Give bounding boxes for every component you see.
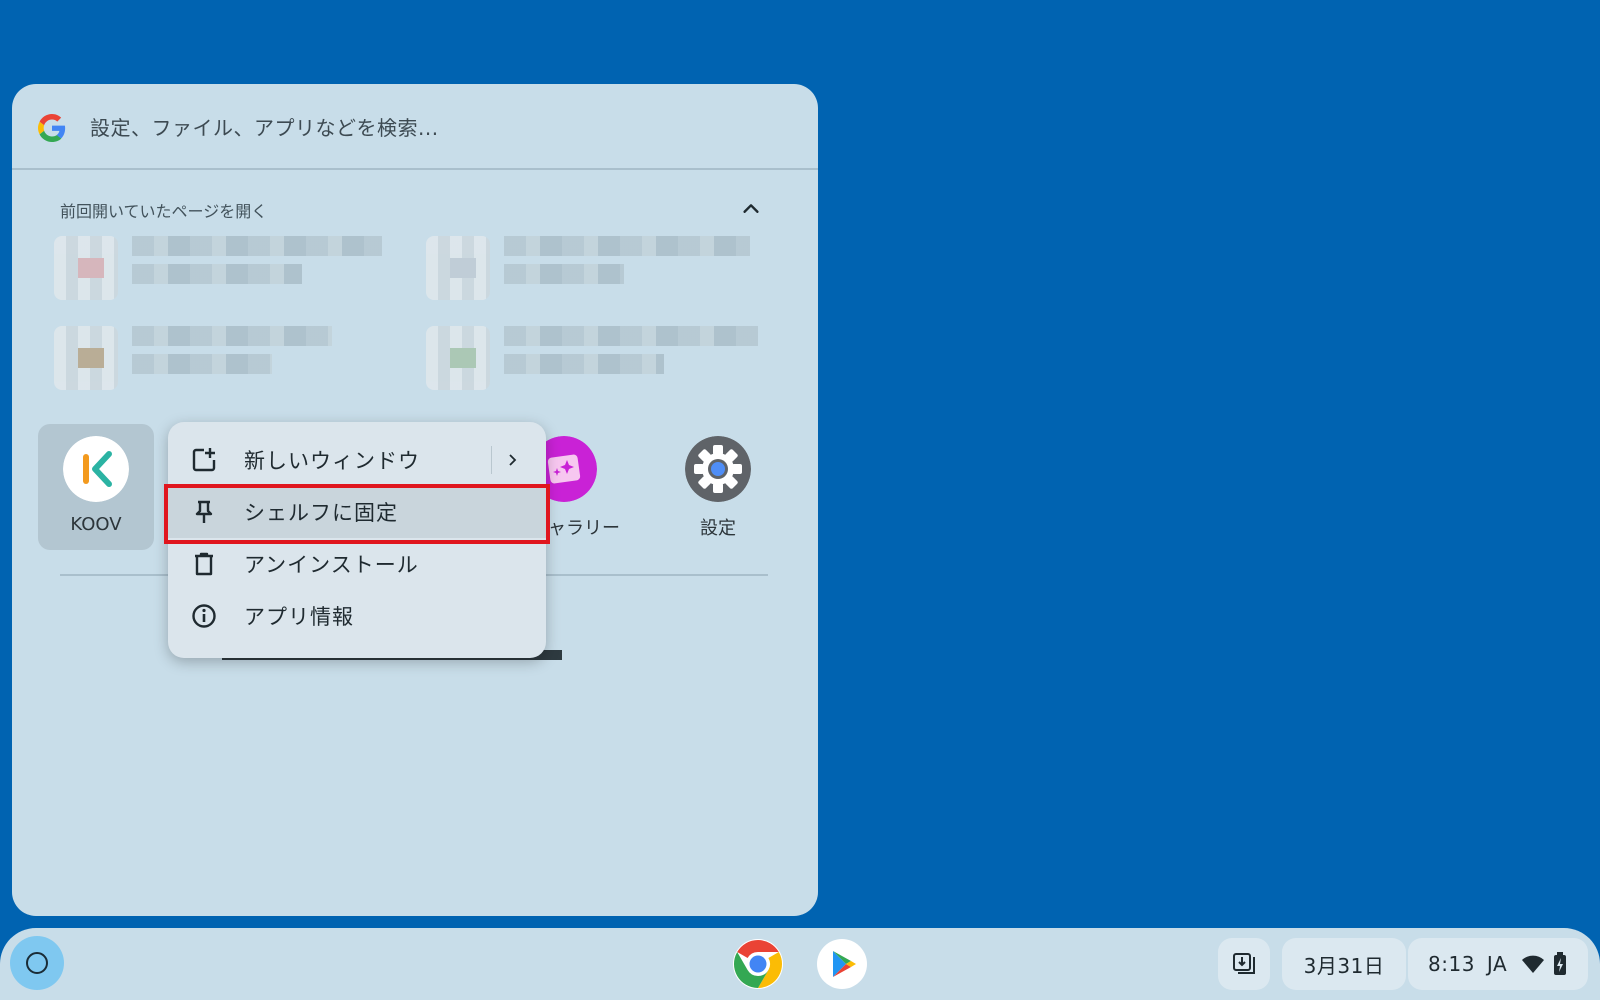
menu-label-new-window: 新しいウィンドウ [244, 449, 420, 473]
recent-item[interactable] [426, 326, 766, 390]
recent-item[interactable] [54, 326, 394, 390]
blurred-page-icon [54, 326, 118, 390]
chevron-up-icon[interactable] [740, 198, 762, 220]
play-store-icon[interactable] [816, 938, 868, 990]
search-input[interactable]: 設定、ファイル、アプリなどを検索... [90, 112, 439, 141]
recent-item[interactable] [426, 236, 766, 300]
continue-section-title: 前回開いていたページを開く [60, 202, 268, 221]
ime-indicator: JA [1486, 952, 1508, 976]
launcher-search-box[interactable]: 設定、ファイル、アプリなどを検索... [12, 84, 818, 170]
blurred-page-icon [426, 326, 490, 390]
date-tray[interactable]: 3月31日 [1282, 938, 1406, 990]
launcher-circle-icon [26, 952, 48, 974]
app-label-koov: KOOV [70, 514, 122, 535]
wifi-icon [1522, 955, 1545, 973]
app-tile-koov[interactable]: KOOV [38, 424, 154, 550]
menu-label-uninstall: アンインストール [244, 553, 419, 577]
app-label-settings: 設定 [700, 518, 736, 539]
info-icon [192, 604, 216, 628]
submenu-divider [491, 446, 492, 474]
recent-item[interactable] [54, 236, 394, 300]
menu-item-uninstall[interactable]: アンインストール [168, 538, 546, 590]
app-context-menu: 新しいウィンドウ シェルフに固定 アンインストール アプリ情報 [168, 422, 546, 658]
app-tile-settings[interactable]: 設定 [660, 424, 776, 550]
new-window-icon [192, 448, 216, 472]
blurred-page-icon [54, 236, 118, 300]
trash-icon [195, 552, 213, 576]
chevron-right-icon[interactable] [504, 452, 520, 468]
google-logo-icon [38, 114, 66, 142]
pin-icon [195, 500, 213, 523]
blurred-page-icon [426, 236, 490, 300]
date-text: 3月31日 [1303, 953, 1385, 978]
menu-label-app-info: アプリ情報 [244, 605, 354, 629]
holding-space-button[interactable] [1218, 938, 1270, 990]
status-tray[interactable]: 8:13 JA [1408, 938, 1588, 990]
download-tray-icon [1233, 953, 1255, 974]
menu-item-app-info[interactable]: アプリ情報 [168, 590, 546, 642]
menu-item-new-window[interactable]: 新しいウィンドウ [168, 434, 546, 486]
settings-gear-icon [685, 436, 751, 502]
koov-icon [63, 436, 129, 502]
menu-label-pin-to-shelf: シェルフに固定 [244, 501, 398, 525]
battery-charging-icon [1554, 952, 1567, 975]
clock-text: 8:13 [1428, 952, 1475, 976]
menu-item-pin-to-shelf[interactable]: シェルフに固定 [168, 486, 546, 538]
launcher-button[interactable] [10, 936, 64, 990]
chrome-icon[interactable] [732, 938, 784, 990]
shelf: 3月31日 8:13 JA [0, 928, 1600, 1000]
